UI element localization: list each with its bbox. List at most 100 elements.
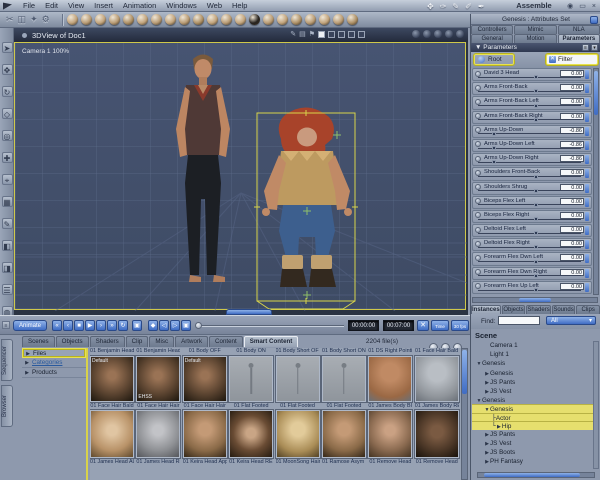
- scene-node-js-boots[interactable]: ▶JS Boots: [472, 448, 593, 457]
- find-input[interactable]: [498, 316, 540, 325]
- prev-frame-button[interactable]: ‹: [63, 320, 73, 331]
- camera-orbit-tool-icon[interactable]: ◎: [1, 130, 13, 141]
- thumbnail-image[interactable]: [321, 410, 366, 458]
- annotate-icon[interactable]: ✎: [290, 30, 296, 38]
- parameters-section-header[interactable]: ▼ Parameters: [471, 43, 600, 52]
- textured-sphere-button[interactable]: [401, 30, 409, 38]
- thumbnail-item[interactable]: 01 Remove Head: [368, 410, 413, 466]
- tab-shaders[interactable]: Shaders: [526, 305, 551, 314]
- tab-general[interactable]: General: [471, 34, 514, 43]
- settings-tool-icon[interactable]: ⚙: [42, 14, 50, 25]
- select-tool-icon[interactable]: ➤: [1, 42, 13, 53]
- parameter-row[interactable]: Arms Up-Down Right -0.86: [472, 153, 592, 167]
- four-view-button[interactable]: [358, 30, 365, 38]
- parameter-stepper[interactable]: [585, 240, 589, 250]
- add-parameter-button[interactable]: ≡: [582, 44, 589, 51]
- parameter-slider-track[interactable]: [478, 119, 581, 121]
- collapsed-arrow-icon[interactable]: ▶: [24, 358, 30, 368]
- copy-tool-icon[interactable]: ◫: [18, 14, 27, 25]
- parameter-slider-thumb[interactable]: [534, 245, 539, 250]
- parameter-stepper[interactable]: [585, 112, 589, 122]
- parameter-slider-thumb[interactable]: [534, 103, 539, 108]
- primitive-tool-icon[interactable]: [66, 14, 78, 25]
- browser-tab-scenes[interactable]: Scenes: [22, 336, 55, 347]
- knife-tool-icon[interactable]: ✒: [478, 2, 485, 11]
- thumbnail-item[interactable]: Default 01 Face Hair Hair: [182, 356, 227, 410]
- collapsed-arrow-icon[interactable]: ▶: [24, 368, 30, 378]
- three-view-button[interactable]: [348, 30, 355, 38]
- parameter-row[interactable]: Biceps Flex Left 0.00: [472, 195, 592, 209]
- primitive-tool-icon[interactable]: [346, 14, 358, 25]
- move-tool-icon[interactable]: ✥: [1, 64, 13, 75]
- parameter-row[interactable]: Arms Up-Down -0.86: [472, 124, 592, 138]
- parameter-dial-icon[interactable]: [475, 98, 481, 105]
- scene-node-js-pants[interactable]: ▶JS Pants: [472, 430, 593, 439]
- scene-hscrollbar[interactable]: [477, 472, 595, 478]
- parameter-stepper[interactable]: [585, 183, 589, 193]
- viewport-canvas[interactable]: Camera 1 100%: [14, 42, 467, 311]
- tray-tab-sequencer[interactable]: Sequencer: [1, 339, 13, 381]
- tab-clips[interactable]: Clips: [576, 305, 600, 314]
- thumbnail-image[interactable]: [90, 410, 134, 458]
- add-key-button[interactable]: ◆: [148, 320, 158, 331]
- parameter-row[interactable]: Deltoid Flex Left 0.00: [472, 224, 592, 238]
- cut-tool-icon[interactable]: ✂: [6, 14, 14, 25]
- thumbnail-item[interactable]: 01 MoonSong Hair: [275, 410, 320, 466]
- parameter-slider-track[interactable]: [478, 176, 581, 177]
- thumbnail-item[interactable]: 01 Flat Footed: [229, 356, 274, 410]
- tab-instances[interactable]: Instances: [471, 305, 501, 314]
- browser-tab-content[interactable]: Content: [209, 336, 243, 347]
- backdrop-3-button[interactable]: [434, 30, 442, 38]
- nav-categories[interactable]: ▶ Categories: [22, 358, 86, 368]
- menu-edit[interactable]: Edit: [40, 0, 63, 12]
- parameter-dial-icon[interactable]: [475, 212, 481, 219]
- parameter-stepper[interactable]: [585, 254, 589, 264]
- smooth-sphere-button[interactable]: [390, 30, 398, 38]
- parameter-slider-thumb[interactable]: [534, 273, 539, 278]
- shading-mode-tool-icon[interactable]: ◨: [1, 262, 13, 273]
- paint-tool-icon[interactable]: ✎: [1, 218, 13, 229]
- thumbnail-item[interactable]: 01 Ramose Asym H: [321, 410, 366, 466]
- parameter-stepper[interactable]: [585, 84, 589, 94]
- browser-tab-artwork[interactable]: Artwork: [175, 336, 209, 347]
- primitive-tool-icon[interactable]: [332, 14, 344, 25]
- primitive-tool-icon[interactable]: [304, 14, 316, 25]
- scene-node-camera-1[interactable]: Camera 1: [472, 341, 593, 350]
- time-mode-dropdown[interactable]: Time: [431, 320, 449, 331]
- tab-nla[interactable]: NLA: [557, 25, 600, 34]
- stop-button[interactable]: ■: [74, 320, 84, 331]
- tab-motion[interactable]: Motion: [514, 34, 557, 43]
- tray-splitter-handle[interactable]: [226, 309, 272, 315]
- primitive-tool-icon[interactable]: [136, 14, 148, 25]
- thumbnail-scrollbar[interactable]: [461, 348, 468, 480]
- parameter-row[interactable]: Arms Front-Back Right 0.00: [472, 110, 592, 124]
- next-key-button[interactable]: ▷: [170, 320, 180, 331]
- backdrop-1-button[interactable]: [412, 30, 420, 38]
- root-dropdown[interactable]: Root: [474, 54, 514, 65]
- parameter-slider-track[interactable]: [478, 261, 581, 263]
- primitive-tool-icon[interactable]: [220, 14, 232, 25]
- menu-windows[interactable]: Windows: [161, 0, 201, 12]
- parameter-slider-track[interactable]: [478, 232, 581, 234]
- menu-insert[interactable]: Insert: [89, 0, 118, 12]
- scene-node-js-pants[interactable]: ▶JS Pants: [472, 378, 593, 387]
- browser-tab-objects[interactable]: Objects: [55, 336, 89, 347]
- thumbnail-image[interactable]: [229, 410, 274, 458]
- parameter-row[interactable]: Forearm Flex Dwn Left 0.00: [472, 252, 592, 266]
- thumbnail-item[interactable]: EHSS 01 Face Hair Hair: [136, 356, 181, 410]
- parameter-slider-thumb[interactable]: [491, 146, 496, 151]
- reference-icon[interactable]: ⚑: [309, 30, 315, 38]
- parameter-stepper[interactable]: [585, 268, 589, 278]
- scrubber-handle[interactable]: [195, 322, 202, 329]
- parameter-slider-thumb[interactable]: [534, 202, 539, 207]
- thumbnail-item[interactable]: 01 Flat Footed: [275, 356, 320, 410]
- primitive-tool-icon[interactable]: [234, 14, 246, 25]
- parameter-slider-track[interactable]: [478, 190, 581, 192]
- parameter-stepper[interactable]: [585, 169, 589, 179]
- fps-dropdown[interactable]: 30 fps: [451, 320, 469, 331]
- parameter-row[interactable]: David 3 Head 0.00: [472, 68, 592, 82]
- scene-node-ph-fantasy[interactable]: ▶PH Fantasy: [472, 457, 593, 466]
- pen-tool-icon[interactable]: ✑: [440, 2, 447, 11]
- parameter-slider-track[interactable]: [478, 246, 581, 248]
- parameter-row[interactable]: Forearm Flex Dwn Right 0.00: [472, 266, 592, 280]
